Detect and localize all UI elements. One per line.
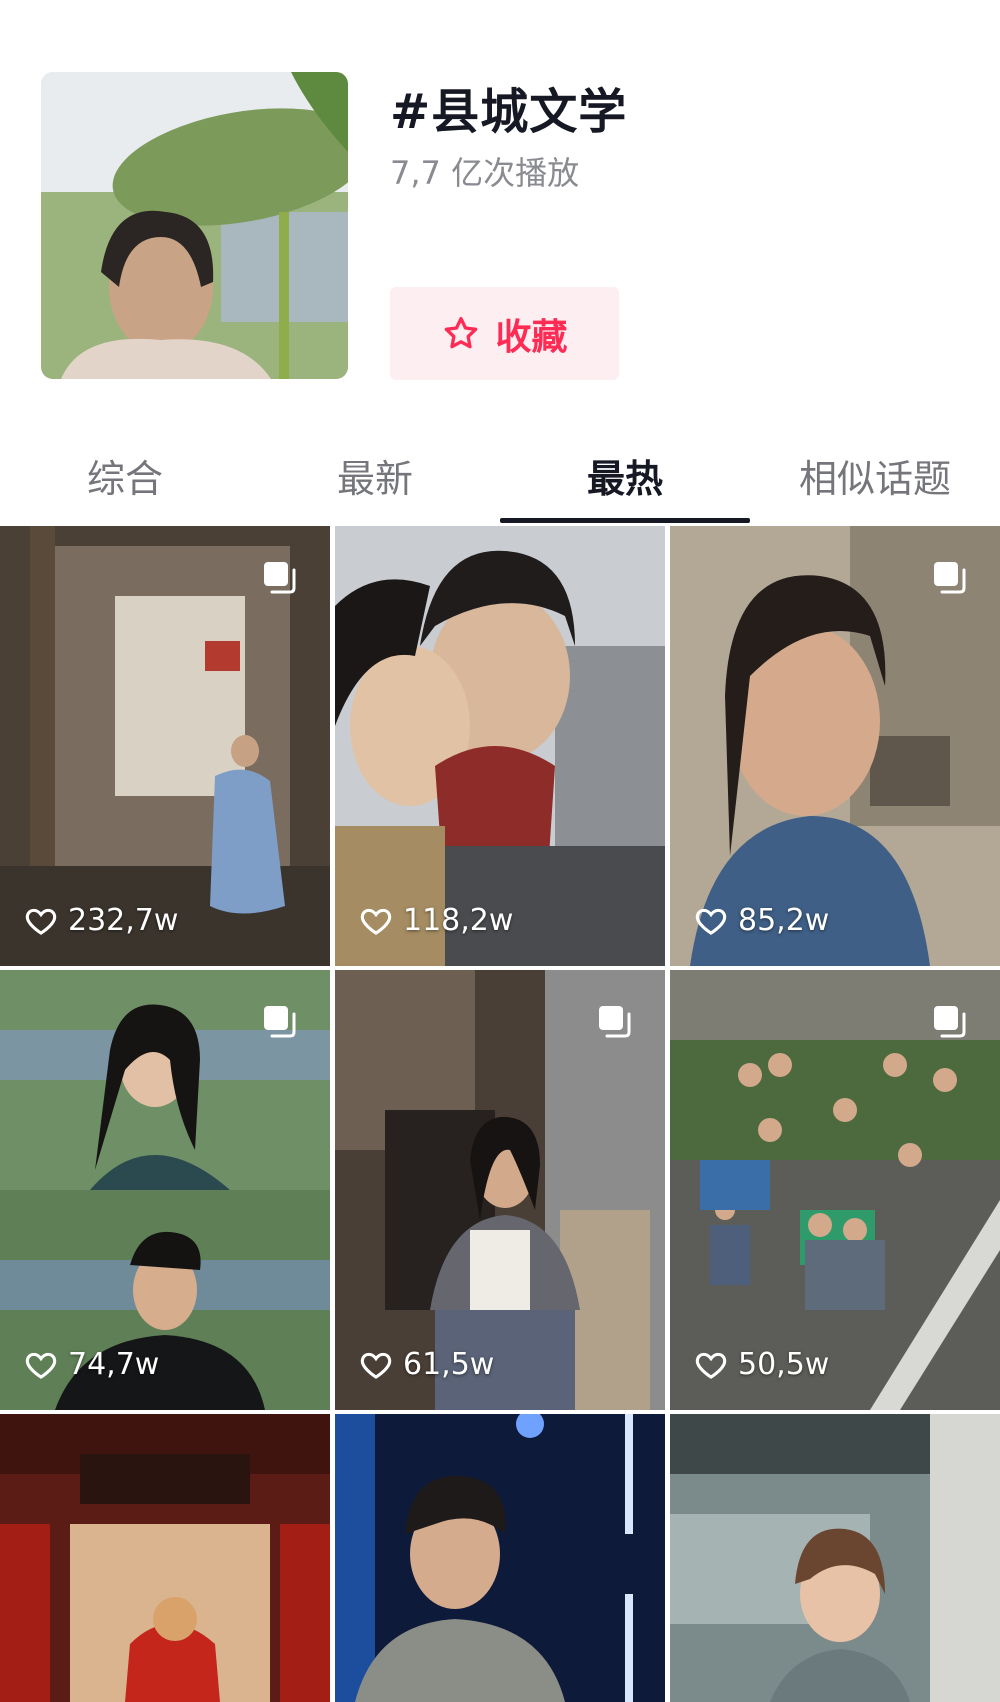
tab-comprehensive[interactable]: 综合 — [0, 448, 250, 503]
topic-header: #县城文学 7,7 亿次播放 收藏 — [0, 0, 1000, 420]
like-count-value: 61,5w — [403, 1347, 495, 1382]
tab-hottest[interactable]: 最热 — [500, 448, 750, 503]
multi-image-icon — [599, 1006, 631, 1038]
video-thumbnail — [0, 1414, 330, 1702]
video-card-8[interactable] — [335, 1414, 665, 1702]
topic-cover-image[interactable] — [41, 72, 348, 379]
like-count: 50,5w — [694, 1347, 829, 1382]
like-count: 232,7w — [24, 903, 178, 938]
multi-image-icon — [934, 1006, 966, 1038]
heart-icon — [25, 908, 57, 935]
like-count-value: 85,2w — [738, 903, 830, 938]
active-tab-indicator — [500, 518, 750, 523]
like-count-value: 118,2w — [403, 903, 514, 938]
heart-icon — [360, 908, 392, 935]
video-thumbnail — [335, 1414, 665, 1702]
like-count: 118,2w — [359, 903, 513, 938]
topic-title: #县城文学 — [390, 84, 628, 140]
video-card-3[interactable]: 85,2w — [670, 526, 1000, 966]
like-count-value: 232,7w — [68, 903, 179, 938]
heart-icon — [25, 1352, 57, 1379]
video-card-5[interactable]: 61,5w — [335, 970, 665, 1410]
video-card-2[interactable]: 118,2w — [335, 526, 665, 966]
tab-similar-topics[interactable]: 相似话题 — [750, 448, 1000, 503]
video-thumbnail — [335, 526, 665, 966]
heart-icon — [695, 1352, 727, 1379]
video-card-7[interactable] — [0, 1414, 330, 1702]
topic-play-count: 7,7 亿次播放 — [390, 154, 580, 192]
like-count-value: 50,5w — [738, 1347, 830, 1382]
video-grid: 232,7w 118,2w 85,2w 74,7w 61,5w 50,5w — [0, 526, 1000, 1702]
video-card-4[interactable]: 74,7w — [0, 970, 330, 1410]
video-card-9[interactable] — [670, 1414, 1000, 1702]
video-card-1[interactable]: 232,7w — [0, 526, 330, 966]
tab-bar: 综合 最新 最热 相似话题 — [0, 432, 1000, 523]
heart-icon — [360, 1352, 392, 1379]
video-thumbnail — [670, 1414, 1000, 1702]
favorite-button[interactable]: 收藏 — [390, 287, 619, 380]
tab-latest[interactable]: 最新 — [250, 448, 500, 503]
star-icon — [445, 316, 478, 348]
multi-image-icon — [264, 562, 296, 594]
heart-icon — [695, 908, 727, 935]
like-count: 74,7w — [24, 1347, 159, 1382]
multi-image-icon — [934, 562, 966, 594]
like-count: 61,5w — [359, 1347, 494, 1382]
video-card-6[interactable]: 50,5w — [670, 970, 1000, 1410]
like-count: 85,2w — [694, 903, 829, 938]
favorite-label: 收藏 — [495, 316, 568, 358]
multi-image-icon — [264, 1006, 296, 1038]
like-count-value: 74,7w — [68, 1347, 160, 1382]
